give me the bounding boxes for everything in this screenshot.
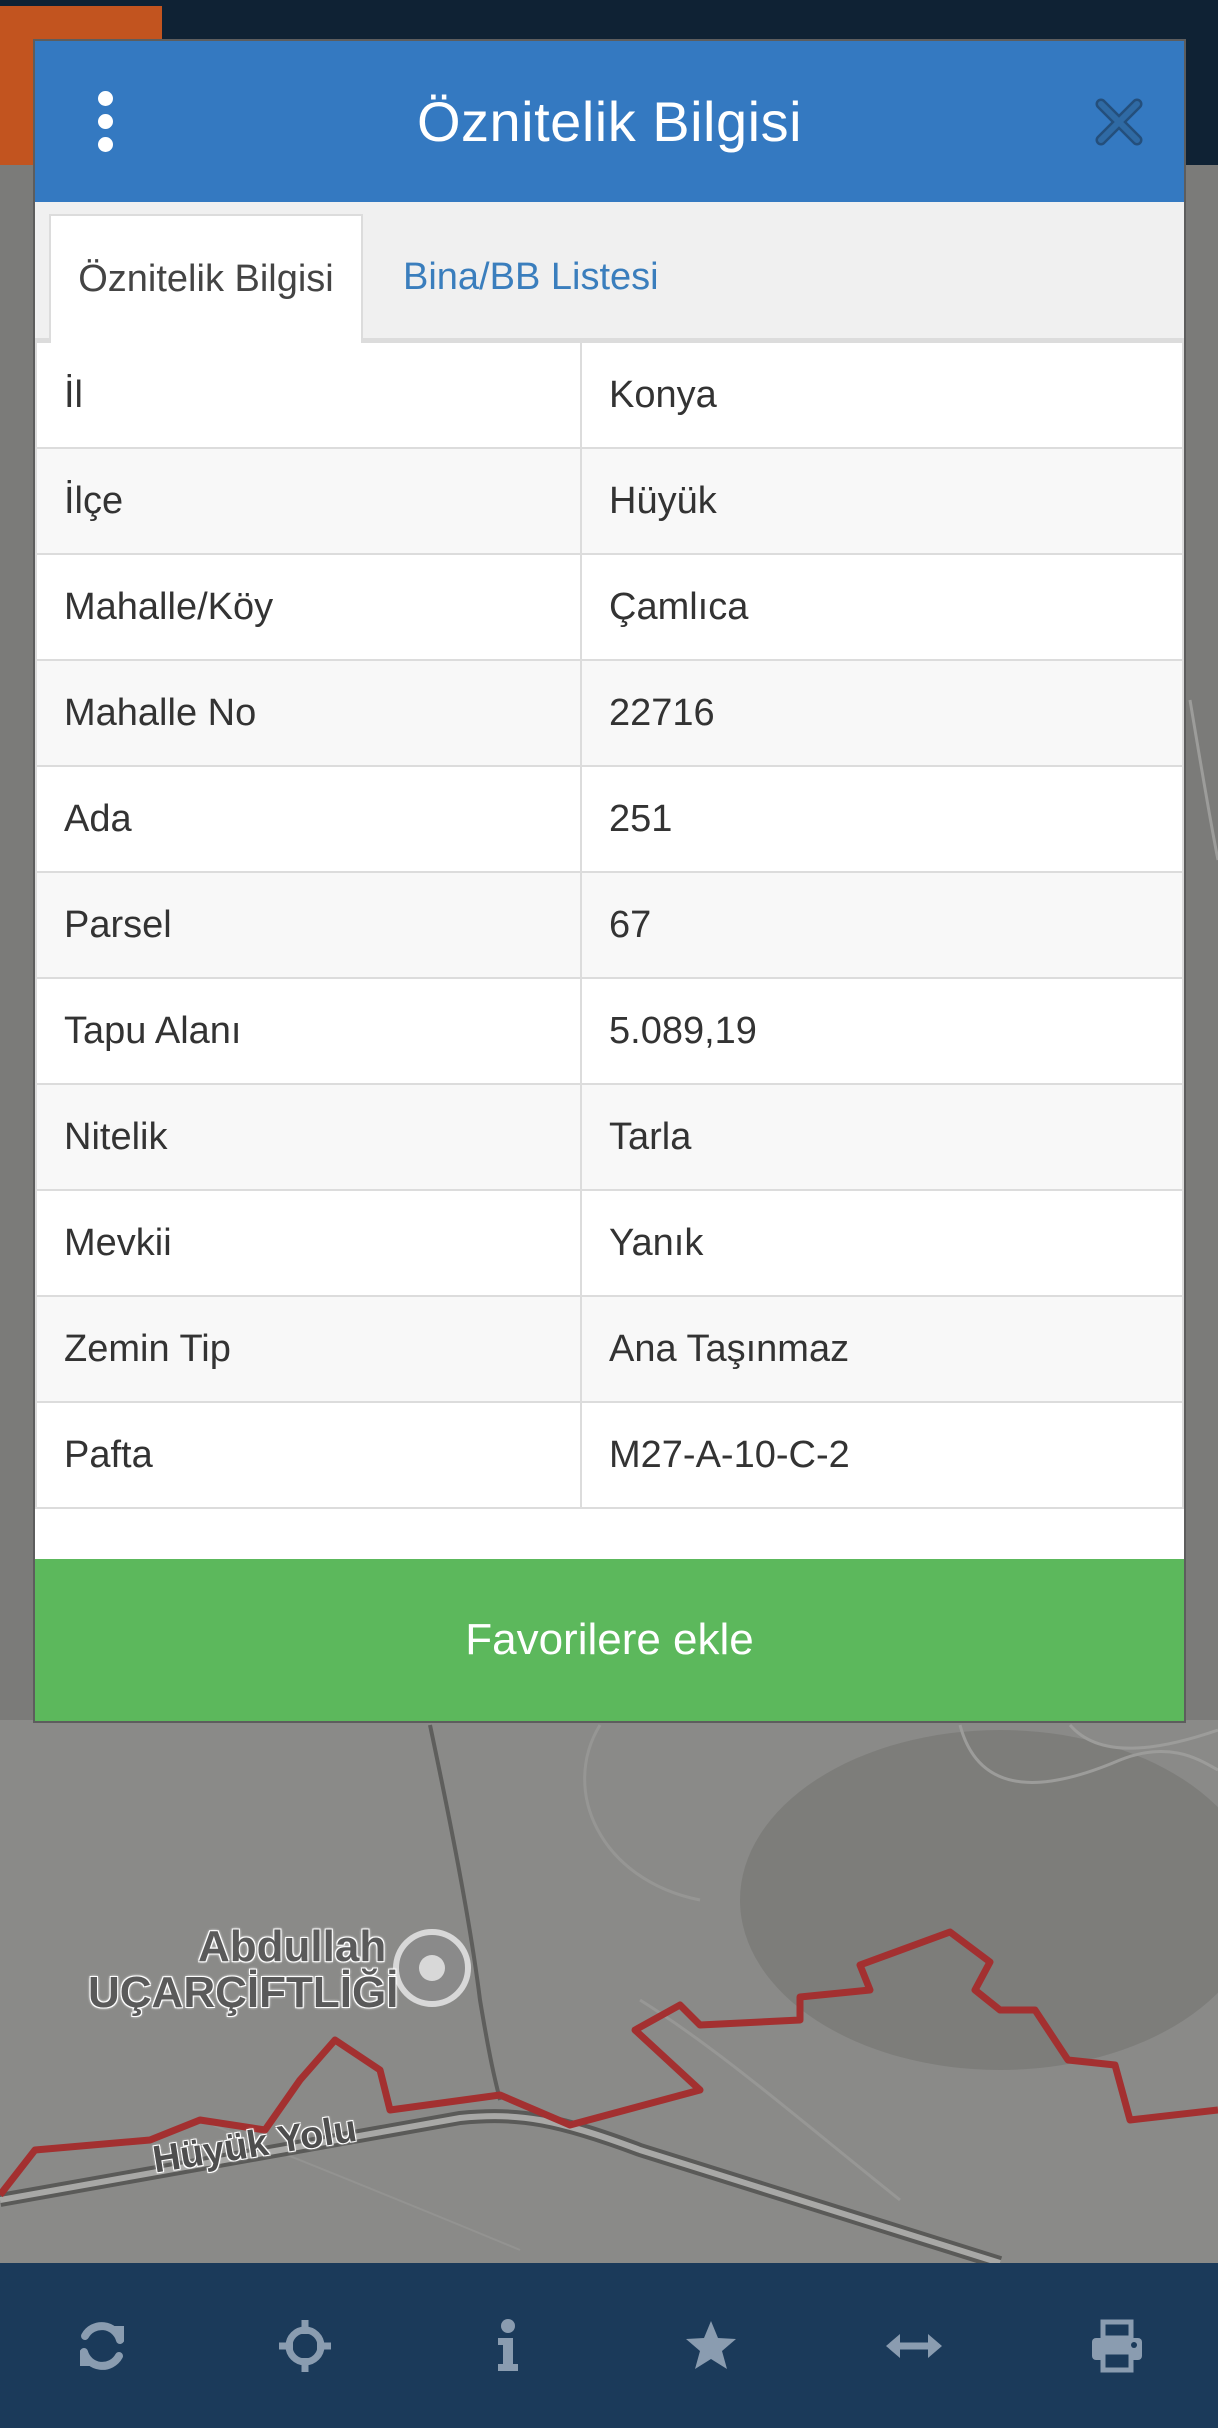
row-key: İl xyxy=(35,341,582,449)
table-row: Mevkii Yanık xyxy=(35,1189,1184,1297)
row-value: Tarla xyxy=(580,1083,1184,1191)
row-value: Hüyük xyxy=(580,447,1184,555)
table-row: Zemin Tip Ana Taşınmaz xyxy=(35,1295,1184,1403)
print-icon[interactable] xyxy=(1077,2306,1157,2386)
place-label-line1: Abdullah xyxy=(198,1922,387,1971)
bottom-toolbar xyxy=(0,2263,1218,2428)
arrows-horizontal-icon[interactable] xyxy=(874,2306,954,2386)
star-icon[interactable] xyxy=(671,2306,751,2386)
more-options-icon[interactable] xyxy=(90,90,120,153)
close-icon[interactable] xyxy=(1089,92,1149,152)
table-row: Tapu Alanı 5.089,19 xyxy=(35,977,1184,1085)
row-key: Tapu Alanı xyxy=(35,977,582,1085)
row-key: Zemin Tip xyxy=(35,1295,582,1403)
table-row: Ada 251 xyxy=(35,765,1184,873)
tab-attribute-info[interactable]: Öznitelik Bilgisi xyxy=(49,214,363,343)
add-to-favorites-button[interactable]: Favorilere ekle xyxy=(35,1559,1184,1721)
row-value: 5.089,19 xyxy=(580,977,1184,1085)
row-key: Pafta xyxy=(35,1401,582,1509)
table-row: Parsel 67 xyxy=(35,871,1184,979)
tab-bar: Öznitelik Bilgisi Bina/BB Listesi xyxy=(35,202,1184,343)
row-value: 67 xyxy=(580,871,1184,979)
row-key: Parsel xyxy=(35,871,582,979)
refresh-icon[interactable] xyxy=(62,2306,142,2386)
table-row: İl Konya xyxy=(35,341,1184,449)
modal-header: Öznitelik Bilgisi xyxy=(35,41,1184,202)
row-key: İlçe xyxy=(35,447,582,555)
tab-building-list[interactable]: Bina/BB Listesi xyxy=(403,216,659,338)
row-value: M27-A-10-C-2 xyxy=(580,1401,1184,1509)
row-value: Çamlıca xyxy=(580,553,1184,661)
crosshair-icon[interactable] xyxy=(265,2306,345,2386)
row-key: Nitelik xyxy=(35,1083,582,1191)
row-value: Yanık xyxy=(580,1189,1184,1297)
row-key: Ada xyxy=(35,765,582,873)
table-row: Mahalle/Köy Çamlıca xyxy=(35,553,1184,661)
table-row: Mahalle No 22716 xyxy=(35,659,1184,767)
attribute-table: İl Konya İlçe Hüyük Mahalle/Köy Çamlıca Mah… xyxy=(35,341,1184,1509)
table-row: Pafta M27-A-10-C-2 xyxy=(35,1401,1184,1509)
row-value: Ana Taşınmaz xyxy=(580,1295,1184,1403)
info-icon[interactable] xyxy=(468,2306,548,2386)
row-key: Mahalle/Köy xyxy=(35,553,582,661)
modal-title: Öznitelik Bilgisi xyxy=(416,90,803,153)
row-value: 22716 xyxy=(580,659,1184,767)
table-row: Nitelik Tarla xyxy=(35,1083,1184,1191)
place-label-line2: UÇARÇİFTLİĞİ xyxy=(88,1968,399,2017)
table-row: İlçe Hüyük xyxy=(35,447,1184,555)
row-value: 251 xyxy=(580,765,1184,873)
row-value: Konya xyxy=(580,341,1184,449)
row-key: Mevkii xyxy=(35,1189,582,1297)
attribute-modal: Öznitelik Bilgisi Öznitelik Bilgisi Bina… xyxy=(35,41,1184,1721)
row-key: Mahalle No xyxy=(35,659,582,767)
